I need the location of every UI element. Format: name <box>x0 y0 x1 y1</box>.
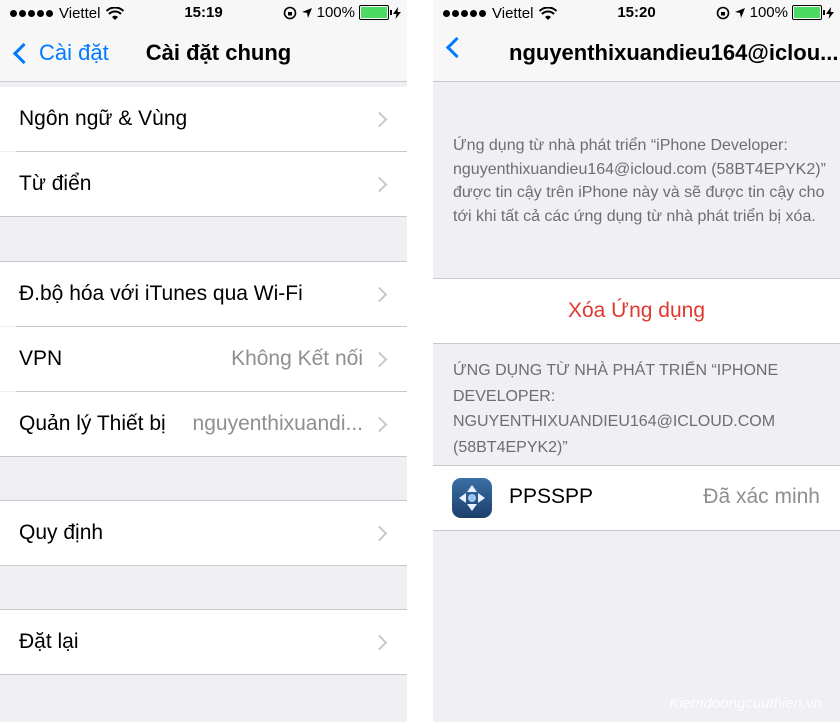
chevron-right-icon <box>371 525 388 541</box>
row-label: Đ.bộ hóa với iTunes qua Wi-Fi <box>19 282 303 305</box>
settings-row-device-management[interactable]: Quản lý Thiết bị nguyenthixuandi... <box>0 392 407 456</box>
battery-icon <box>359 5 392 20</box>
settings-row-language-region[interactable]: Ngôn ngữ & Vùng <box>0 87 407 151</box>
settings-row-itunes-wifi-sync[interactable]: Đ.bộ hóa với iTunes qua Wi-Fi <box>0 262 407 326</box>
navigation-bar: Cài đặt Cài đặt chung <box>0 28 407 82</box>
divider <box>0 456 407 457</box>
battery-percent: 100% <box>749 4 788 21</box>
divider <box>433 530 840 531</box>
settings-row-reset[interactable]: Đặt lại <box>0 610 407 674</box>
status-bar: Viettel 15:20 100% <box>433 0 840 28</box>
orientation-lock-icon <box>716 6 729 19</box>
row-label: Đặt lại <box>19 630 79 653</box>
orientation-lock-icon <box>283 6 296 19</box>
charging-icon <box>826 6 834 19</box>
divider <box>0 674 407 675</box>
location-icon <box>301 7 312 18</box>
page-title: Cài đặt chung <box>145 40 292 65</box>
app-name: PPSSPP <box>509 485 594 508</box>
chevron-right-icon <box>371 111 388 127</box>
back-button[interactable] <box>443 36 472 59</box>
row-label: Quản lý Thiết bị <box>19 412 166 435</box>
row-label: VPN <box>19 347 63 370</box>
chevron-right-icon <box>371 634 388 650</box>
divider <box>433 343 840 344</box>
settings-row-regulatory[interactable]: Quy định <box>0 501 407 565</box>
navigation-bar: nguyenthixuandieu164@iclou... <box>433 28 840 82</box>
delete-app-button[interactable]: Xóa Ứng dụng <box>433 279 840 343</box>
row-value: Không Kết nối <box>231 347 363 370</box>
row-label: Ngôn ngữ & Vùng <box>19 107 188 130</box>
battery-percent: 100% <box>316 4 355 21</box>
status-bar: Viettel 15:19 100% <box>0 0 407 28</box>
page-title: nguyenthixuandieu164@iclou... <box>509 40 839 65</box>
settings-row-vpn[interactable]: VPN Không Kết nối <box>0 327 407 391</box>
section-header: ỨNG DỤNG TỪ NHÀ PHÁT TRIỂN “IPHONE DEVEL… <box>453 362 779 456</box>
chevron-right-icon <box>371 351 388 367</box>
settings-row-dictionary[interactable]: Từ điển <box>0 152 407 216</box>
ppsspp-app-icon <box>452 478 492 518</box>
divider <box>0 216 407 217</box>
app-row-ppsspp[interactable]: PPSSPP Đã xác minh <box>433 466 840 530</box>
verification-status: Đã xác minh <box>703 485 820 508</box>
row-value: nguyenthixuandi... <box>192 412 363 435</box>
battery-icon <box>792 5 825 20</box>
chevron-right-icon <box>371 286 388 302</box>
chevron-right-icon <box>371 176 388 192</box>
left-screen: Viettel 15:19 100% Cài đặt Cài đặt chung… <box>0 0 407 722</box>
row-label: Quy định <box>19 521 104 544</box>
location-icon <box>734 7 745 18</box>
watermark: Kiemdoongcuuthien.vn <box>669 695 822 712</box>
divider <box>0 565 407 566</box>
chevron-left-icon <box>445 36 468 59</box>
right-screen: Viettel 15:20 100% nguyenthixuandieu164@… <box>433 0 840 722</box>
row-label: Từ điển <box>19 172 92 195</box>
trust-description: Ứng dụng từ nhà phát triển “iPhone Devel… <box>453 137 826 225</box>
chevron-right-icon <box>371 416 388 432</box>
charging-icon <box>393 6 401 19</box>
